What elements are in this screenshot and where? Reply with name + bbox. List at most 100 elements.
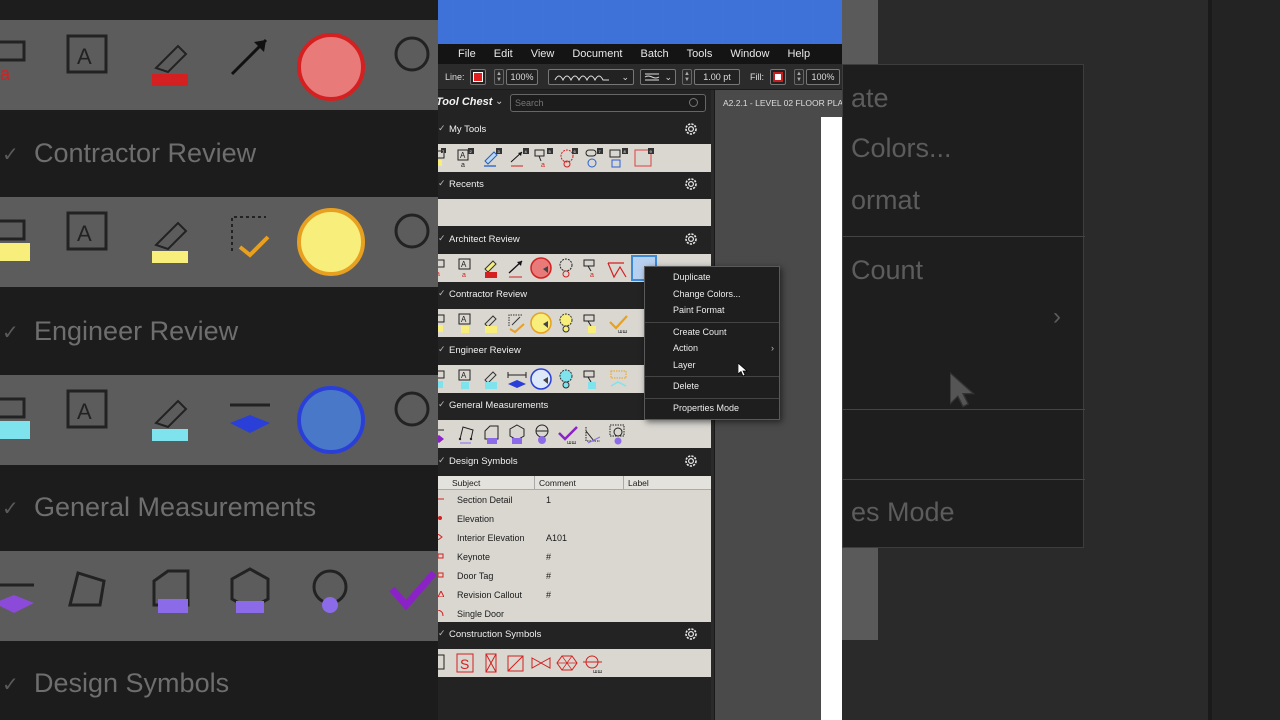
- cross-box-icon[interactable]: [480, 652, 502, 674]
- column-header-comment[interactable]: Comment: [535, 476, 624, 490]
- polyline-tool-icon[interactable]: [608, 368, 630, 390]
- menu-file[interactable]: File: [438, 48, 484, 60]
- tool-chest-search-input[interactable]: [510, 94, 706, 112]
- table-row[interactable]: Interior Elevation A101: [438, 529, 711, 548]
- menu-batch[interactable]: Batch: [631, 48, 677, 60]
- section-my-tools[interactable]: ✓ My Tools: [438, 117, 711, 143]
- cloud-tool-icon[interactable]: [557, 312, 579, 334]
- text-box-tool-icon[interactable]: A: [456, 312, 478, 334]
- menu-tools[interactable]: Tools: [677, 48, 721, 60]
- line-style-dropdown[interactable]: ⌄: [548, 69, 634, 85]
- cloud-tool-icon[interactable]: [557, 257, 579, 279]
- volume-tool-icon[interactable]: [506, 423, 528, 445]
- callout-tool-icon[interactable]: a: [582, 257, 604, 279]
- menu-item-delete[interactable]: Delete: [673, 381, 699, 391]
- menu-edit[interactable]: Edit: [484, 48, 521, 60]
- cloud-callout-tool-icon[interactable]: 1: [438, 147, 456, 169]
- switch-symbol-icon[interactable]: S: [455, 652, 477, 674]
- fill-color-button[interactable]: [770, 69, 786, 85]
- cloud-tool-icon[interactable]: [557, 368, 579, 390]
- document-page[interactable]: [821, 117, 842, 720]
- angle-tool-icon[interactable]: [582, 423, 604, 445]
- callout-tool-icon[interactable]: [582, 312, 604, 334]
- menu-item-layer[interactable]: Layer: [673, 360, 696, 370]
- dimension-tool-icon[interactable]: [506, 368, 528, 390]
- table-row[interactable]: Elevation: [438, 510, 711, 529]
- count-tool-icon[interactable]: [530, 312, 552, 334]
- menu-item-create-count[interactable]: Create Count: [673, 327, 727, 337]
- diameter-tool-icon[interactable]: [531, 423, 553, 445]
- line-width-field[interactable]: 1.00 pt: [694, 69, 740, 85]
- check-tool-icon[interactable]: ꟺꟺ: [557, 423, 579, 445]
- highlighter-tool-icon[interactable]: 3: [482, 147, 504, 169]
- gear-icon[interactable]: [683, 626, 699, 642]
- menu-item-duplicate[interactable]: Duplicate: [673, 272, 711, 282]
- gear-icon[interactable]: [683, 453, 699, 469]
- highlighter-tool-icon[interactable]: [481, 368, 503, 390]
- area-icon: [231, 216, 270, 258]
- text-box-tool-icon[interactable]: A: [456, 368, 478, 390]
- count-tool-icon[interactable]: [530, 368, 552, 390]
- text-box-tool-icon[interactable]: Aa: [456, 257, 478, 279]
- column-header-subject[interactable]: Subject: [438, 476, 535, 490]
- section-architect-review[interactable]: ✓ Architect Review: [438, 227, 711, 253]
- ellipse-tool-icon[interactable]: 7: [583, 147, 605, 169]
- menu-window[interactable]: Window: [720, 48, 777, 60]
- table-row[interactable]: Revision Callout #: [438, 586, 711, 605]
- line-pattern-dropdown[interactable]: ⌄: [640, 69, 676, 85]
- hexagon-icon[interactable]: [556, 652, 578, 674]
- cloud-callout-tool-icon[interactable]: a: [438, 257, 456, 279]
- radius-tool-icon[interactable]: [607, 423, 629, 445]
- bowtie-icon[interactable]: [530, 652, 552, 674]
- fill-opacity-stepper[interactable]: ▲ ▼: [794, 69, 804, 85]
- menu-help[interactable]: Help: [777, 48, 818, 60]
- menu-view[interactable]: View: [521, 48, 563, 60]
- arrow-tool-icon[interactable]: 4: [508, 147, 530, 169]
- rectangle-red-tool-icon[interactable]: 9: [633, 147, 655, 169]
- column-header-label[interactable]: Label: [624, 476, 711, 490]
- section-recents[interactable]: ✓ Recents: [438, 172, 711, 198]
- menu-item-change-colors[interactable]: Change Colors...: [673, 289, 741, 299]
- cloud-tool-icon[interactable]: 6: [558, 147, 580, 169]
- diagonal-box-icon[interactable]: [505, 652, 527, 674]
- menu-item-properties-mode[interactable]: Properties Mode: [673, 403, 739, 413]
- chevron-down-icon[interactable]: ⌄: [495, 96, 503, 107]
- area-tool-icon[interactable]: [481, 423, 503, 445]
- section-construction-symbols[interactable]: ✓ Construction Symbols: [438, 622, 711, 648]
- cloud-callout-tool-icon[interactable]: [438, 368, 456, 390]
- callout-tool-icon[interactable]: a5: [533, 147, 555, 169]
- callout-tool-icon[interactable]: [582, 368, 604, 390]
- gear-icon[interactable]: [683, 231, 699, 247]
- text-box-tool-icon[interactable]: Aa2: [456, 147, 478, 169]
- table-row[interactable]: Keynote #: [438, 548, 711, 567]
- polylength-tool-icon[interactable]: [456, 423, 478, 445]
- count-tool-icon[interactable]: [530, 257, 552, 279]
- tool-chest-title[interactable]: Tool Chest: [438, 96, 492, 108]
- menu-document[interactable]: Document: [562, 48, 630, 60]
- line-color-button[interactable]: [470, 69, 486, 85]
- document-tab[interactable]: A2.2.1 - LEVEL 02 FLOOR PLAN: [723, 98, 842, 108]
- check-stamp-tool-icon[interactable]: ꟺꟺ: [608, 312, 630, 334]
- length-tool-icon[interactable]: [438, 423, 456, 445]
- polyline-tool-icon[interactable]: [606, 257, 628, 279]
- arrow-tool-icon[interactable]: [506, 257, 528, 279]
- menu-item-paint-format[interactable]: Paint Format: [673, 305, 725, 315]
- circle-line-icon[interactable]: ꟺꟺ: [582, 652, 604, 674]
- gear-icon[interactable]: [683, 176, 699, 192]
- section-design-symbols[interactable]: ✓ Design Symbols: [438, 449, 711, 475]
- line-opacity-field[interactable]: 100%: [506, 69, 538, 85]
- area-tool-icon[interactable]: [506, 312, 528, 334]
- line-opacity-stepper[interactable]: ▲ ▼: [494, 69, 504, 85]
- construction-rect-icon[interactable]: [438, 652, 456, 674]
- table-row[interactable]: Section Detail 1: [438, 491, 711, 510]
- menu-item-action[interactable]: Action: [673, 343, 698, 353]
- cloud-callout-tool-icon[interactable]: [438, 312, 456, 334]
- fill-opacity-field[interactable]: 100%: [806, 69, 840, 85]
- table-row[interactable]: Door Tag #: [438, 567, 711, 586]
- line-width-stepper[interactable]: ▲ ▼: [682, 69, 692, 85]
- rectangle-tool-icon[interactable]: 8: [608, 147, 630, 169]
- highlighter-tool-icon[interactable]: [481, 257, 503, 279]
- gear-icon[interactable]: [683, 121, 699, 137]
- highlighter-tool-icon[interactable]: [481, 312, 503, 334]
- zoomed-tray: A: [0, 375, 438, 465]
